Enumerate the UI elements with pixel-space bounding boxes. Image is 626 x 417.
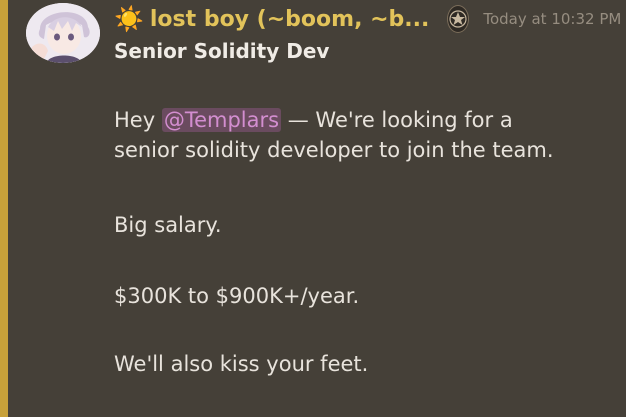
intro-text-continued: senior solidity developer to join the te… — [114, 138, 554, 162]
avatar-image — [26, 3, 100, 63]
message-paragraph-3: $300K to $900K+/year. — [114, 284, 360, 308]
message-paragraph-1: Hey @Templars — We're looking for a seni… — [114, 105, 554, 165]
message-highlight-bar — [0, 0, 8, 417]
intro-text: — We're looking for a — [281, 108, 513, 132]
avatar[interactable] — [26, 3, 100, 63]
server-emblem-icon — [449, 10, 467, 28]
message-paragraph-4: We'll also kiss your feet. — [114, 352, 369, 376]
sun-emoji-icon: ☀️ — [114, 5, 144, 33]
chat-message: ☀️ lost boy (~boom, ~b... Today at 10:32… — [8, 0, 626, 417]
role-mention[interactable]: @Templars — [161, 108, 282, 132]
server-badge-icon[interactable] — [447, 5, 470, 33]
timestamp: Today at 10:32 PM — [483, 10, 622, 28]
greeting-text: Hey — [114, 108, 162, 132]
username[interactable]: lost boy (~boom, ~b... — [150, 7, 429, 32]
message-paragraph-2: Big salary. — [114, 213, 222, 237]
message-header: ☀️ lost boy (~boom, ~b... Today at 10:32… — [114, 2, 622, 36]
message-title: Senior Solidity Dev — [114, 39, 330, 63]
